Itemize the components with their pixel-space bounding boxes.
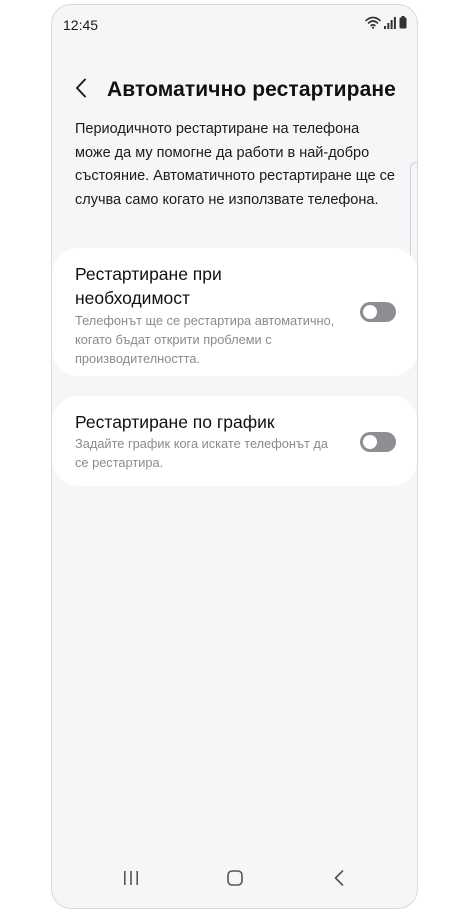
restart-on-schedule-toggle[interactable] (360, 432, 396, 452)
recent-apps-icon (123, 870, 139, 890)
signal-icon (384, 17, 396, 29)
battery-icon (399, 16, 407, 29)
restart-when-needed-toggle[interactable] (360, 302, 396, 322)
back-icon (334, 869, 344, 891)
wifi-icon (365, 16, 381, 29)
page-title: Автоматично рестартиране (107, 78, 396, 101)
toggle-knob (363, 435, 377, 449)
navigation-bar (52, 852, 417, 908)
home-icon (227, 869, 243, 891)
setting-restart-when-needed[interactable]: Рестартиране при необходимост Телефонът … (52, 248, 417, 376)
setting-title: Рестартиране при необходимост (75, 264, 222, 308)
toggle-knob (363, 305, 377, 319)
setting-subtitle: Задайте график кога искате телефонът да … (75, 436, 328, 470)
setting-title: Рестартиране по график (75, 412, 275, 432)
chevron-left-icon (75, 78, 87, 103)
status-time: 12:45 (63, 17, 99, 33)
home-button[interactable] (220, 868, 250, 892)
status-bar: 12:45 (52, 5, 417, 45)
setting-subtitle: Телефонът ще се рестартира автоматично, … (75, 313, 335, 366)
back-button[interactable] (66, 73, 96, 107)
header: Автоматично рестартиране (52, 71, 417, 111)
phone-screen: 12:45 Автоматично рестартиране Периодичн… (51, 4, 418, 909)
setting-restart-on-schedule[interactable]: Рестартиране по график Задайте график ко… (52, 396, 417, 486)
recent-apps-button[interactable] (116, 868, 146, 892)
nav-back-button[interactable] (324, 868, 354, 892)
status-icons (365, 16, 407, 29)
description-text: Периодичното рестартиране на телефона мо… (75, 121, 395, 208)
